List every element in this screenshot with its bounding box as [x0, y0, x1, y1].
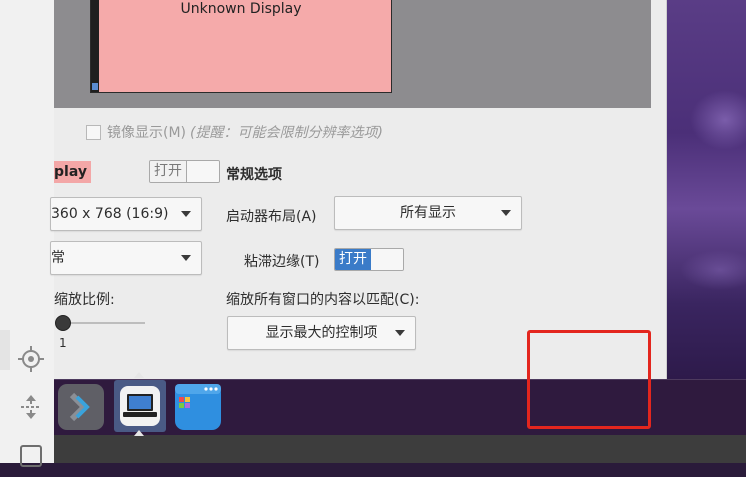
display-name-tag: play	[54, 161, 91, 183]
square-icon[interactable]	[16, 442, 46, 472]
highlight-annotation-box	[527, 330, 651, 429]
resolution-dropdown[interactable]: 360 x 768 (16:9)	[50, 197, 202, 231]
scale-label: 缩放比例:	[54, 292, 115, 308]
crosshair-icon[interactable]	[16, 345, 46, 375]
mirror-label: 镜像显示(M)	[107, 125, 187, 141]
scale-slider-track[interactable]	[60, 322, 145, 324]
resolution-value: 360 x 768 (16:9)	[51, 206, 169, 222]
scroll-indicator	[0, 330, 10, 370]
file-manager-app-icon[interactable]	[174, 383, 222, 431]
terminal-app-icon[interactable]	[57, 383, 105, 431]
sticky-edges-label: 粘滞边缘(T)	[244, 254, 320, 270]
section-title: 常规选项	[226, 167, 282, 183]
monitor-edge-marker	[92, 83, 98, 90]
mirror-hint: (提醒：可能会限制分辨率选项)	[190, 125, 383, 141]
display-power-toggle[interactable]: 打开	[149, 160, 220, 183]
mirror-checkbox[interactable]	[86, 124, 101, 140]
active-app-indicator	[134, 372, 144, 378]
active-app-indicator	[134, 430, 144, 436]
monitor-preview[interactable]: Unknown Display	[90, 0, 392, 93]
display-settings-window: Unknown Display 镜像显示(M) (提醒：可能会限制分辨率选项) …	[50, 0, 667, 380]
toggle-handle	[187, 161, 219, 182]
desktop-wallpaper	[660, 0, 746, 380]
orientation-value: 常	[51, 250, 65, 266]
chevron-down-icon	[181, 211, 191, 217]
display-settings-app-icon[interactable]	[114, 380, 166, 432]
toggle-label: 打开	[150, 161, 187, 182]
wallpaper-glow	[690, 90, 746, 150]
chevron-down-icon	[395, 330, 405, 336]
mirror-display-option[interactable]: 镜像显示(M) (提醒：可能会限制分辨率选项)	[86, 122, 383, 142]
launcher-layout-label: 启动器布局(A)	[226, 209, 317, 225]
launcher-layout-dropdown[interactable]: 所有显示	[334, 196, 522, 230]
monitor-preview-area[interactable]: Unknown Display	[54, 0, 651, 108]
toggle-handle	[371, 249, 403, 270]
wallpaper-glow	[680, 250, 746, 290]
chevron-down-icon	[501, 210, 511, 216]
scale-value: 1	[59, 336, 67, 350]
scale-match-dropdown[interactable]: 显示最大的控制项	[227, 316, 416, 350]
monitor-label: Unknown Display	[180, 1, 302, 17]
toggle-label: 打开	[335, 249, 371, 270]
left-tool-strip	[0, 0, 54, 467]
chevron-down-icon	[181, 255, 191, 261]
sticky-edges-toggle[interactable]: 打开	[334, 248, 404, 271]
launcher-layout-value: 所有显示	[400, 205, 456, 221]
scale-all-windows-label: 缩放所有窗口的内容以匹配(C):	[226, 292, 420, 308]
scale-match-value: 显示最大的控制项	[265, 325, 378, 341]
taskbar-strip	[54, 435, 746, 463]
orientation-dropdown[interactable]: 常	[50, 241, 202, 275]
scale-slider-knob[interactable]	[55, 315, 71, 331]
fit-arrows-icon[interactable]	[16, 393, 46, 423]
